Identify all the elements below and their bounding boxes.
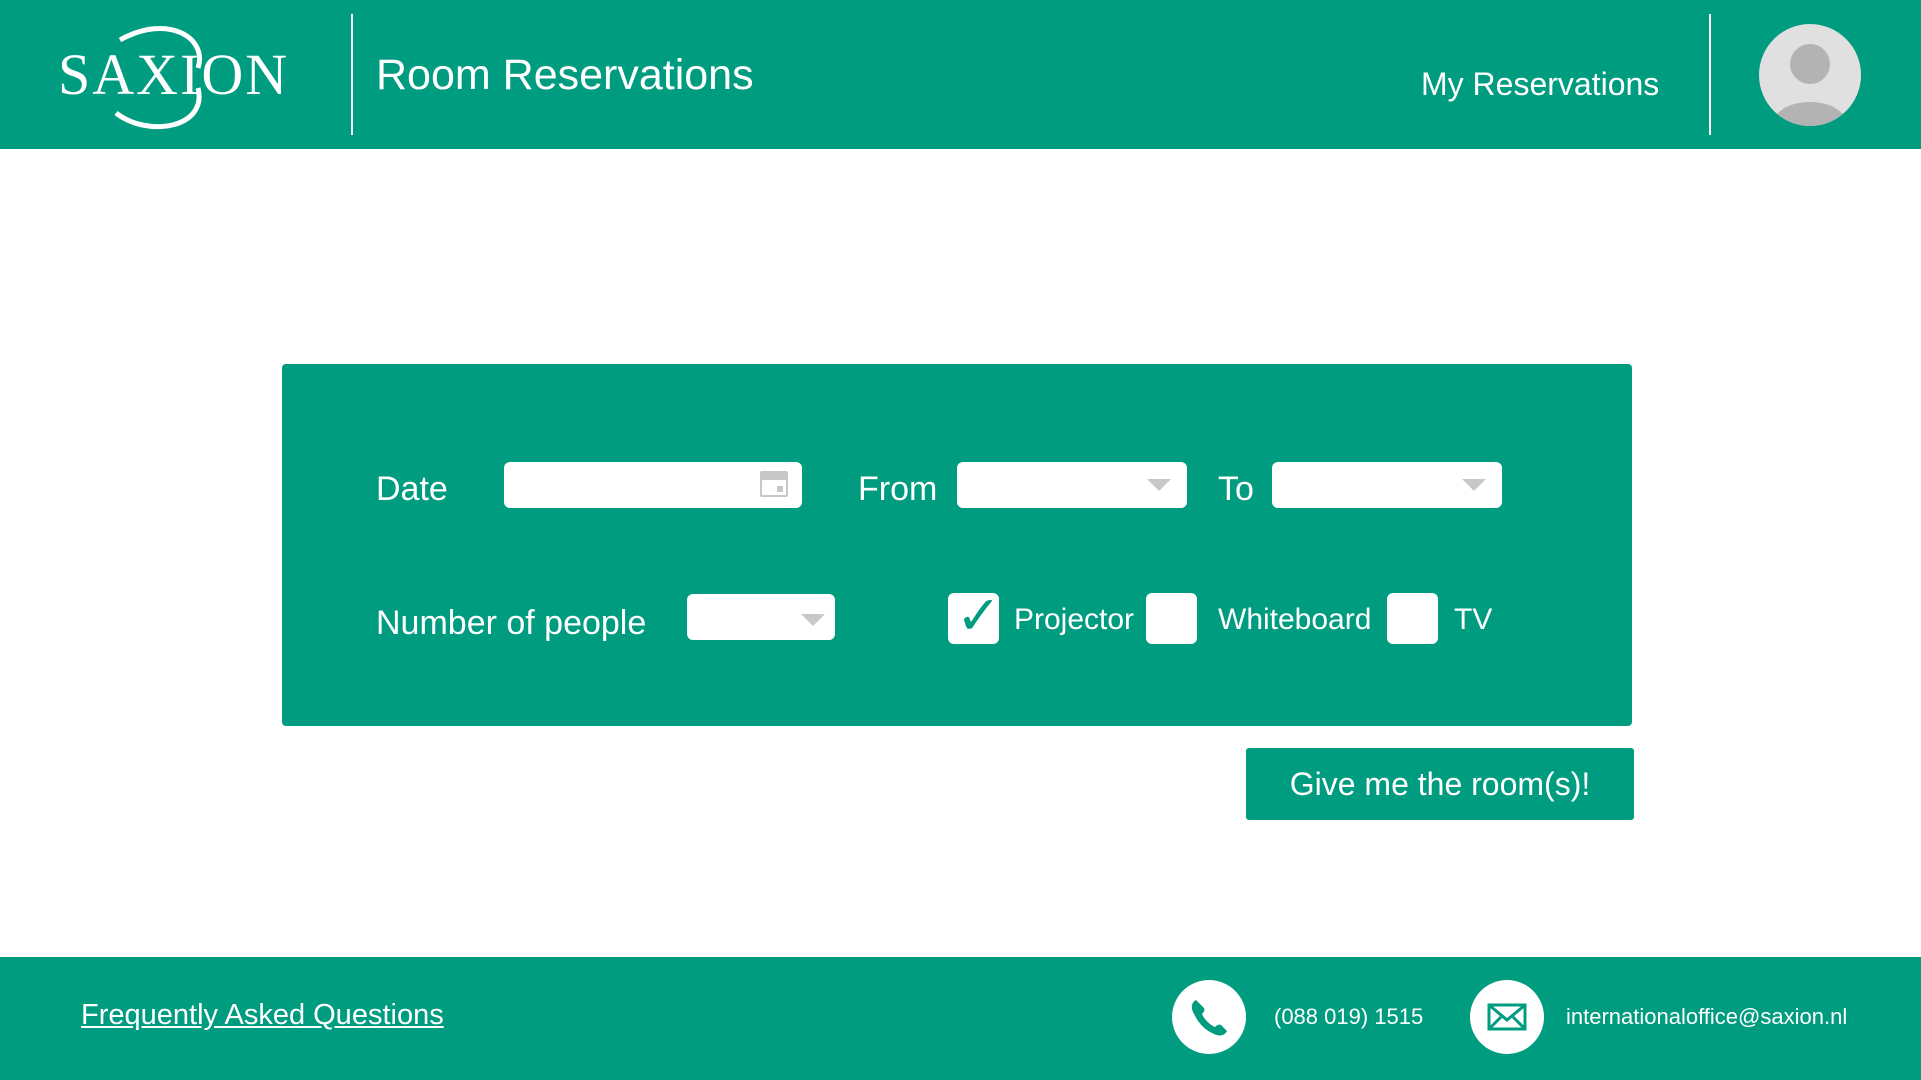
to-select[interactable] bbox=[1272, 462, 1502, 508]
date-label: Date bbox=[376, 470, 448, 508]
search-panel: Date From To Number of people ✓ Projecto… bbox=[282, 364, 1632, 726]
app-header: SAXION Room Reservations My Reservations bbox=[0, 0, 1921, 149]
checkmark-icon: ✓ bbox=[956, 584, 1002, 647]
page-title: Room Reservations bbox=[376, 51, 754, 99]
saxion-logo[interactable]: SAXION bbox=[58, 18, 288, 130]
projector-label: Projector bbox=[1014, 603, 1135, 636]
from-label: From bbox=[858, 470, 938, 508]
logo-text: SAXION bbox=[58, 42, 290, 107]
search-rooms-button[interactable]: Give me the room(s)! bbox=[1246, 748, 1634, 820]
nav-my-reservations[interactable]: My Reservations bbox=[1421, 68, 1659, 100]
date-input[interactable] bbox=[504, 462, 802, 508]
tv-label: TV bbox=[1454, 603, 1493, 636]
whiteboard-checkbox[interactable] bbox=[1146, 593, 1197, 644]
tv-checkbox[interactable] bbox=[1387, 593, 1438, 644]
faq-link[interactable]: Frequently Asked Questions bbox=[81, 1001, 444, 1030]
app-footer: Frequently Asked Questions (088 019) 151… bbox=[0, 957, 1921, 1080]
projector-checkbox[interactable]: ✓ bbox=[948, 589, 1001, 644]
email-address[interactable]: internationaloffice@saxion.nl bbox=[1566, 1006, 1847, 1028]
calendar-icon[interactable] bbox=[760, 471, 788, 497]
from-select[interactable] bbox=[957, 462, 1187, 508]
people-select[interactable] bbox=[687, 594, 835, 640]
header-divider-right bbox=[1709, 14, 1711, 135]
chevron-down-icon bbox=[1462, 479, 1486, 491]
people-label: Number of people bbox=[376, 604, 647, 642]
to-label: To bbox=[1218, 470, 1254, 508]
header-divider bbox=[351, 14, 353, 135]
chevron-down-icon bbox=[1147, 479, 1171, 491]
phone-icon[interactable] bbox=[1172, 980, 1246, 1054]
envelope-icon[interactable] bbox=[1470, 980, 1544, 1054]
user-avatar-icon[interactable] bbox=[1759, 24, 1861, 126]
chevron-down-icon bbox=[801, 614, 825, 626]
whiteboard-label: Whiteboard bbox=[1218, 603, 1372, 636]
phone-number[interactable]: (088 019) 1515 bbox=[1274, 1006, 1423, 1028]
